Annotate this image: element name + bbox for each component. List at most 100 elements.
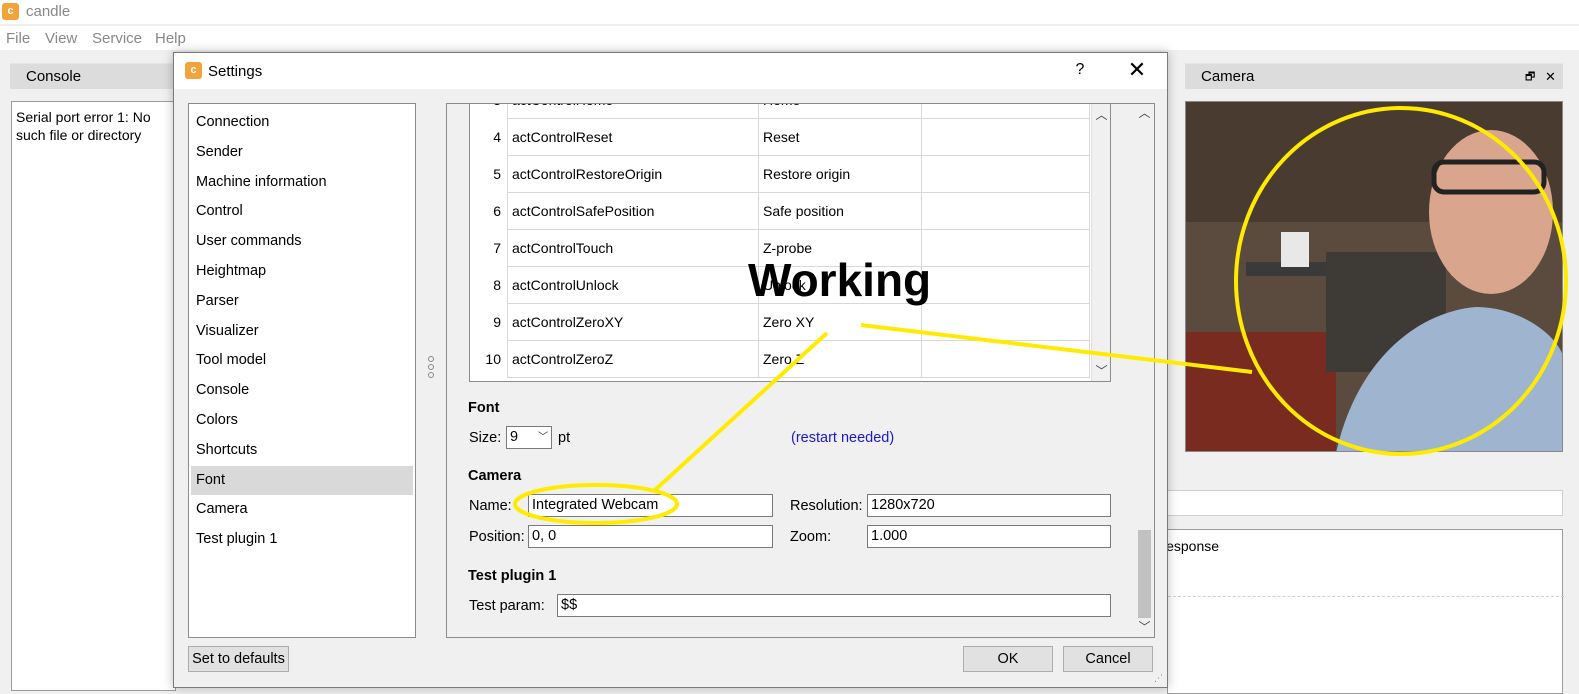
settings-scrollbar[interactable]: ︿ ﹀ [1135, 104, 1154, 637]
nav-item-colors[interactable]: Colors [191, 406, 413, 436]
nav-item-control[interactable]: Control [191, 197, 413, 227]
candle-app-icon: c [2, 3, 19, 20]
nav-item-tool-model[interactable]: Tool model [191, 346, 413, 376]
camera-dock-title: Camera 🗗 ✕ [1185, 63, 1563, 89]
shortcut-cell[interactable] [922, 193, 1090, 230]
camera-dock-label: Camera [1201, 68, 1255, 85]
camera-name-input[interactable]: Integrated Webcam [528, 494, 773, 517]
action-cell: actControlHome [508, 104, 759, 119]
ok-button[interactable]: OK [963, 646, 1053, 672]
font-size-value: 9 [510, 429, 519, 445]
annotation-working-label: Working [748, 254, 932, 306]
camera-zoom-label: Zoom: [790, 529, 832, 545]
nav-item-camera[interactable]: Camera [191, 495, 413, 525]
row-number: 3 [470, 104, 508, 119]
close-icon[interactable]: ✕ [1545, 64, 1556, 90]
font-section-title: Font [468, 400, 500, 416]
menu-service[interactable]: Service [92, 30, 142, 47]
row-number: 9 [470, 304, 508, 341]
chevron-up-icon[interactable]: ︿ [1092, 106, 1110, 125]
name-cell: Reset [759, 119, 922, 156]
test-plugin-section-title: Test plugin 1 [468, 568, 557, 584]
name-cell: Safe position [759, 193, 922, 230]
row-number: 6 [470, 193, 508, 230]
chevron-down-icon: ﹀ [538, 432, 548, 443]
action-cell: actControlReset [508, 119, 759, 156]
right-panel-bar [1167, 490, 1563, 516]
table-row[interactable]: 4 actControlReset Reset [470, 119, 1110, 156]
action-cell: actControlTouch [508, 230, 759, 267]
menu-file[interactable]: File [6, 30, 30, 47]
camera-position-label: Position: [469, 529, 525, 545]
float-icon[interactable]: 🗗 [1525, 64, 1535, 90]
console-output[interactable]: Serial port error 1: No such file or dir… [11, 101, 176, 691]
name-cell: Restore origin [759, 156, 922, 193]
row-number: 10 [470, 341, 508, 378]
shortcut-cell[interactable] [922, 104, 1090, 119]
dialog-title: Settings [208, 63, 263, 80]
name-cell: Zero Z [759, 341, 922, 378]
settings-scroll-area: 3 actControlHome Home 4 actControlReset … [446, 103, 1155, 638]
settings-nav-list: Connection Sender Machine information Co… [188, 103, 416, 638]
action-cell: actControlUnlock [508, 267, 759, 304]
nav-item-connection[interactable]: Connection [191, 108, 413, 138]
nav-item-parser[interactable]: Parser [191, 287, 413, 317]
camera-resolution-input[interactable]: 1280x720 [867, 494, 1111, 517]
scrollbar-thumb[interactable] [1138, 530, 1151, 618]
row-number: 7 [470, 230, 508, 267]
console-dock-title: Console [10, 63, 180, 89]
nav-item-console[interactable]: Console [191, 376, 413, 406]
nav-item-shortcuts[interactable]: Shortcuts [191, 436, 413, 466]
nav-item-user-commands[interactable]: User commands [191, 227, 413, 257]
action-cell: actControlRestoreOrigin [508, 156, 759, 193]
row-number: 4 [470, 119, 508, 156]
camera-zoom-input[interactable]: 1.000 [867, 525, 1111, 548]
nav-item-test-plugin-1[interactable]: Test plugin 1 [191, 525, 413, 555]
nav-item-visualizer[interactable]: Visualizer [191, 317, 413, 347]
action-cell: actControlZeroZ [508, 341, 759, 378]
nav-item-font[interactable]: Font [191, 465, 413, 496]
dialog-titlebar: c Settings ? ✕ [174, 53, 1167, 89]
settings-dialog: c Settings ? ✕ Connection Sender Machine… [173, 52, 1168, 688]
shortcut-cell[interactable] [922, 304, 1090, 341]
nav-item-heightmap[interactable]: Heightmap [191, 257, 413, 287]
shortcut-cell[interactable] [922, 230, 1090, 267]
table-row[interactable]: 5 actControlRestoreOrigin Restore origin [470, 156, 1110, 193]
camera-name-label: Name: [469, 498, 512, 514]
shortcuts-table: 3 actControlHome Home 4 actControlReset … [469, 104, 1111, 382]
chevron-down-icon[interactable]: ﹀ [1135, 618, 1154, 637]
row-number: 8 [470, 267, 508, 304]
set-to-defaults-button[interactable]: Set to defaults [188, 646, 289, 672]
table-row[interactable]: 10 actControlZeroZ Zero Z [470, 341, 1110, 378]
shortcut-cell[interactable] [922, 156, 1090, 193]
help-button[interactable]: ? [1070, 61, 1090, 81]
row-number: 5 [470, 156, 508, 193]
app-title: candle [26, 3, 71, 20]
response-panel: Response [1156, 529, 1564, 694]
camera-section-title: Camera [468, 468, 522, 484]
splitter-handle[interactable] [428, 356, 434, 382]
table-row[interactable]: 6 actControlSafePosition Safe position [470, 193, 1110, 230]
shortcut-cell[interactable] [922, 267, 1090, 304]
chevron-up-icon[interactable]: ︿ [1135, 104, 1154, 123]
close-button[interactable]: ✕ [1124, 59, 1150, 83]
menu-view[interactable]: View [45, 30, 77, 47]
resize-grip-icon[interactable]: ⋰ [1154, 673, 1163, 684]
nav-item-sender[interactable]: Sender [191, 138, 413, 168]
shortcut-cell[interactable] [922, 119, 1090, 156]
font-size-select[interactable]: 9 ﹀ [506, 426, 552, 449]
restart-needed-note: (restart needed) [791, 430, 895, 446]
test-param-label: Test param: [469, 598, 545, 614]
table-row[interactable]: 3 actControlHome Home [470, 104, 1110, 119]
nav-item-machine-information[interactable]: Machine information [191, 168, 413, 198]
test-param-input[interactable]: $$ [557, 594, 1111, 617]
table-scrollbar[interactable]: ︿ ﹀ [1091, 104, 1110, 381]
table-row[interactable]: 9 actControlZeroXY Zero XY [470, 304, 1110, 341]
camera-position-input[interactable]: 0, 0 [528, 525, 773, 548]
cancel-button[interactable]: Cancel [1063, 646, 1153, 672]
chevron-down-icon[interactable]: ﹀ [1092, 362, 1110, 381]
shortcut-cell[interactable] [922, 341, 1090, 378]
menu-help[interactable]: Help [155, 30, 186, 47]
name-cell: Zero XY [759, 304, 922, 341]
candle-dialog-icon: c [185, 62, 202, 79]
